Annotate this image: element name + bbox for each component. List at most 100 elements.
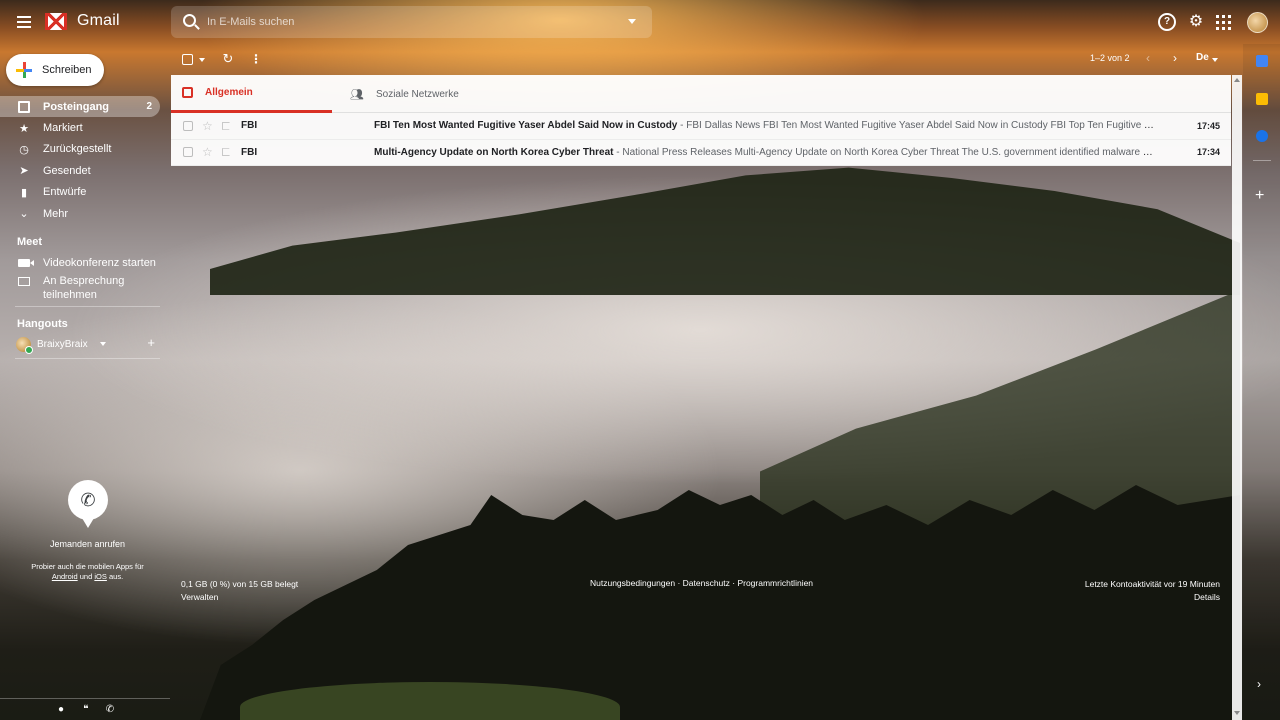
footer-separator: · bbox=[675, 578, 683, 588]
side-panel bbox=[1243, 44, 1280, 720]
star-icon[interactable]: ☆ bbox=[202, 145, 213, 159]
meet-join-meeting[interactable]: An Besprechung teilnehmen bbox=[18, 274, 124, 302]
scrollbar[interactable] bbox=[1232, 75, 1242, 720]
phone-icon[interactable]: ✆ bbox=[68, 480, 108, 528]
hamburger-icon[interactable] bbox=[12, 10, 36, 34]
email-time: 17:45 bbox=[1196, 120, 1220, 131]
email-subject: FBI Ten Most Wanted Fugitive Yaser Abdel… bbox=[374, 120, 678, 132]
meet-join-label: An Besprechung teilnehmen bbox=[43, 274, 124, 302]
call-someone-link[interactable]: Jemanden anrufen bbox=[0, 539, 175, 549]
sidebar-item-drafts[interactable]: ▮ Entwürfe bbox=[0, 182, 170, 203]
account-avatar[interactable] bbox=[1247, 12, 1268, 33]
avatar bbox=[16, 336, 33, 354]
help-icon[interactable]: ? bbox=[1158, 13, 1176, 31]
chevron-right-icon[interactable]: › bbox=[1257, 677, 1261, 691]
sidebar-item-snoozed[interactable]: ◷ Zurückgestellt bbox=[0, 139, 170, 160]
ios-link[interactable]: iOS bbox=[94, 572, 107, 581]
scroll-down-icon[interactable] bbox=[1234, 711, 1240, 715]
compose-button[interactable]: Schreiben bbox=[6, 54, 104, 86]
storage-usage: 0,1 GB (0 %) von 15 GB belegt bbox=[181, 579, 299, 589]
hangouts-quote-icon[interactable]: ❝ bbox=[80, 704, 92, 716]
search-options-chevron-icon[interactable] bbox=[628, 19, 636, 24]
sidebar-nav: Posteingang 2 ★ Markiert ◷ Zurückgestell… bbox=[0, 96, 170, 224]
terms-link[interactable]: Nutzungsbedingungen bbox=[590, 578, 675, 588]
select-all-checkbox[interactable] bbox=[182, 54, 193, 65]
calendar-icon[interactable] bbox=[1256, 55, 1268, 67]
email-time: 17:34 bbox=[1196, 147, 1220, 158]
unread-count: 2 bbox=[146, 101, 152, 113]
important-marker-icon[interactable] bbox=[222, 121, 232, 130]
email-text: Multi-Agency Update on North Korea Cyber… bbox=[374, 147, 1158, 158]
android-link[interactable]: Android bbox=[52, 572, 78, 581]
footer-links: Nutzungsbedingungen · Datenschutz · Prog… bbox=[590, 578, 813, 588]
sidebar-item-label: Gesendet bbox=[43, 164, 91, 177]
sidebar-item-label: Mehr bbox=[43, 207, 69, 220]
sidebar-item-inbox[interactable]: Posteingang 2 bbox=[0, 96, 160, 118]
meet-start-video[interactable]: Videokonferenz starten bbox=[18, 256, 156, 270]
tab-label: Allgemein bbox=[205, 87, 253, 98]
category-tabs: Allgemein 👥︎ Soziale Netzwerke bbox=[171, 75, 1231, 113]
activity-details-link[interactable]: Details bbox=[1085, 591, 1220, 604]
draft-icon: ▮ bbox=[20, 186, 28, 199]
add-addon-icon[interactable]: + bbox=[1255, 187, 1264, 205]
hangouts-user[interactable]: BraixyBraix + bbox=[16, 335, 161, 354]
manage-storage-link[interactable]: Verwalten bbox=[181, 591, 298, 604]
background-hill bbox=[210, 167, 1240, 295]
chevron-down-icon[interactable] bbox=[99, 342, 106, 346]
app-name[interactable]: Gmail bbox=[77, 12, 120, 30]
table-row[interactable]: ☆ FBI Multi-Agency Update on North Korea… bbox=[171, 140, 1231, 166]
apps-note-prefix: Probier auch die mobilen Apps für bbox=[31, 562, 144, 571]
tab-social[interactable]: 👥︎ Soziale Netzwerke bbox=[332, 75, 502, 113]
privacy-link[interactable]: Datenschutz bbox=[683, 578, 730, 588]
search-bar[interactable] bbox=[171, 6, 652, 38]
gear-icon[interactable]: ⚙ bbox=[1187, 13, 1205, 31]
keep-icon[interactable] bbox=[1256, 93, 1268, 105]
hangouts-section-title: Hangouts bbox=[17, 318, 68, 330]
select-menu-chevron-icon[interactable] bbox=[199, 58, 205, 62]
table-row[interactable]: ☆ FBI FBI Ten Most Wanted Fugitive Yaser… bbox=[171, 113, 1231, 140]
refresh-icon[interactable]: ↻ bbox=[221, 52, 235, 66]
search-icon[interactable] bbox=[183, 14, 196, 27]
tab-primary[interactable]: Allgemein bbox=[171, 75, 332, 113]
add-contact-icon[interactable]: + bbox=[147, 335, 155, 350]
chevron-left-icon[interactable]: ‹ bbox=[1146, 51, 1150, 65]
policies-link[interactable]: Programmrichtlinien bbox=[737, 578, 813, 588]
email-text: FBI Ten Most Wanted Fugitive Yaser Abdel… bbox=[374, 120, 1158, 131]
phone-icon[interactable]: ✆ bbox=[104, 704, 116, 716]
person-icon[interactable]: ● bbox=[55, 704, 67, 716]
gmail-logo-icon[interactable] bbox=[45, 13, 67, 30]
sidebar-item-label: Posteingang bbox=[43, 100, 110, 113]
email-snippet: - National Press Releases Multi-Agency U… bbox=[613, 146, 1158, 158]
chevron-down-icon: ⌄ bbox=[19, 208, 29, 221]
hangouts-bottom-bar: ● ❝ ✆ bbox=[0, 698, 170, 720]
tab-label: Soziale Netzwerke bbox=[375, 88, 459, 100]
star-icon[interactable]: ☆ bbox=[202, 119, 213, 133]
people-icon: 👥︎ bbox=[350, 88, 364, 101]
row-checkbox[interactable] bbox=[183, 147, 193, 158]
apps-note-and: und bbox=[79, 572, 93, 581]
apps-grid-icon[interactable] bbox=[1216, 15, 1232, 31]
clock-icon: ◷ bbox=[19, 143, 29, 156]
email-subject: Multi-Agency Update on North Korea Cyber… bbox=[374, 146, 614, 158]
chevron-down-icon[interactable] bbox=[1212, 58, 1218, 62]
scroll-up-icon[interactable] bbox=[1234, 78, 1240, 82]
chevron-right-icon[interactable]: › bbox=[1173, 51, 1177, 65]
more-options-icon[interactable]: ⋮ bbox=[250, 52, 262, 66]
meet-start-label: Videokonferenz starten bbox=[43, 257, 156, 269]
meet-section-title: Meet bbox=[17, 236, 43, 248]
row-checkbox[interactable] bbox=[183, 120, 193, 131]
sidebar-item-more[interactable]: ⌄ Mehr bbox=[0, 203, 170, 224]
tasks-icon[interactable] bbox=[1256, 130, 1268, 142]
sidebar-divider bbox=[15, 306, 160, 307]
sidebar-item-label: Zurückgestellt bbox=[43, 143, 112, 156]
sidebar-item-sent[interactable]: ➤ Gesendet bbox=[0, 160, 170, 181]
mail-list-panel: Allgemein 👥︎ Soziale Netzwerke ☆ FBI FBI… bbox=[171, 75, 1231, 166]
search-input[interactable] bbox=[207, 13, 607, 31]
important-marker-icon[interactable] bbox=[222, 148, 232, 157]
sidebar-item-starred[interactable]: ★ Markiert bbox=[0, 117, 170, 138]
top-header: Gmail ? ⚙ bbox=[0, 0, 1280, 44]
meet-join-line-2: teilnehmen bbox=[43, 289, 97, 301]
last-activity: Letzte Kontoaktivität vor 19 Minuten bbox=[1084, 579, 1220, 589]
input-language-toggle[interactable]: De bbox=[1196, 52, 1209, 63]
mobile-apps-note: Probier auch die mobilen Apps für Androi… bbox=[0, 562, 175, 582]
